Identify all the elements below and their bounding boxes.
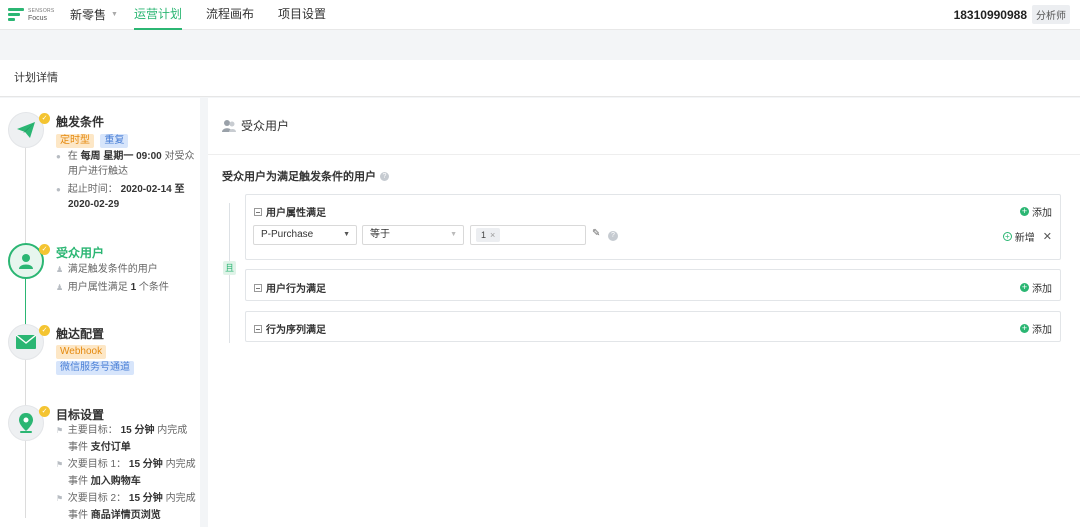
divider — [208, 154, 1080, 155]
trigger-schedule-text: ● 在 每周 星期一 09:00 对受众 用户进行触达 ● 起止时间： 2020… — [56, 151, 195, 210]
collapse-icon[interactable] — [254, 324, 262, 333]
user-group-icon — [222, 119, 236, 132]
tag-repeat: 重复 — [100, 134, 129, 148]
nav-operation-plan[interactable]: 运营计划 — [133, 0, 182, 30]
add-condition-button[interactable]: + 添加 — [1020, 204, 1052, 219]
close-icon[interactable]: ✕ — [1043, 230, 1052, 243]
add-condition-button[interactable]: + 添加 — [1020, 321, 1052, 336]
main-nav: 运营计划 流程画布 项目设置 — [133, 0, 350, 30]
check-badge-icon: ✓ — [39, 244, 50, 255]
channel-tags: Webhook 微信服务号通道 — [56, 345, 137, 377]
and-toggle[interactable]: 且 — [223, 261, 236, 275]
step-title: 触发条件 — [56, 115, 105, 129]
value-chip[interactable]: 1 × — [476, 228, 501, 242]
logo-brand-text: SENSORS — [28, 7, 55, 14]
top-navigation-bar: SENSORS Focus 新零售 ▼ 运营计划 流程画布 项目设置 18310… — [0, 0, 1080, 30]
logo-icon — [8, 7, 24, 22]
user-small-icon: ♟ — [56, 283, 64, 292]
logo[interactable]: SENSORS Focus — [8, 7, 60, 22]
value-input[interactable]: 1 × — [470, 225, 586, 245]
user-menu[interactable]: 18310990988 分析师 — [954, 5, 1070, 24]
new-rule-button[interactable]: + 新增 ✕ — [1002, 229, 1052, 244]
nav-flow-canvas[interactable]: 流程画布 — [206, 0, 254, 30]
plus-circle-icon: + — [1020, 323, 1029, 333]
check-badge-icon: ✓ — [39, 406, 50, 417]
help-icon[interactable]: ? — [608, 231, 618, 241]
tag-webhook: Webhook — [56, 345, 107, 359]
plus-circle-icon: + — [1020, 206, 1029, 216]
clock-icon: ● — [56, 152, 61, 161]
plan-steps-panel: ✓ 触发条件 定时型 重复 ● 在 每周 星期一 09:00 对受众 用户进行触… — [0, 98, 200, 527]
group-title[interactable]: 用户行为满足 — [254, 280, 326, 295]
step-title: 触达配置 — [56, 327, 105, 341]
section-header: 受众用户 — [222, 117, 289, 134]
collapse-icon[interactable] — [254, 283, 262, 292]
project-name: 新零售 — [70, 8, 107, 22]
help-icon[interactable]: ? — [380, 171, 389, 181]
user-role-badge: 分析师 — [1032, 5, 1070, 24]
add-condition-button[interactable]: + 添加 — [1020, 280, 1052, 295]
page-header: 计划详情 — [0, 60, 1080, 97]
chevron-down-icon: ▼ — [111, 11, 118, 18]
section-title: 受众用户 — [241, 119, 290, 133]
page-title: 计划详情 — [14, 72, 58, 84]
logo-product-text: Focus — [28, 14, 48, 22]
clock-icon: ● — [56, 185, 61, 194]
goal-list: ⚑ 主要目标： 15 分钟 内完成 事件 支付订单 ⚑ 次要目标 1： 15 分… — [56, 422, 198, 524]
user-small-icon: ♟ — [56, 265, 64, 274]
chevron-down-icon: ▼ — [450, 231, 457, 238]
group-title[interactable]: 行为序列满足 — [254, 321, 326, 336]
flag-icon: ⚑ — [56, 460, 64, 469]
check-badge-icon: ✓ — [39, 325, 50, 336]
tag-scheduled: 定时型 — [56, 134, 94, 148]
remove-chip-icon[interactable]: × — [490, 230, 495, 240]
step-tags: 定时型 重复 — [56, 132, 131, 148]
property-select[interactable]: P-Purchase ▼ — [253, 225, 357, 245]
audience-rule-title: 受众用户为满足触发条件的用户 ? — [222, 168, 389, 184]
condition-group-user-attribute: 用户属性满足 + 添加 P-Purchase ▼ 等于 ▼ 1 × ✎ ? + 新… — [245, 194, 1061, 260]
audience-summary: ♟ 满足触发条件的用户 ♟ 用户属性满足 1 个条件 — [56, 264, 169, 293]
tag-wechat-channel: 微信服务号通道 — [56, 361, 134, 375]
condition-group-user-behavior: 用户行为满足 + 添加 — [245, 269, 1061, 301]
user-phone: 18310990988 — [953, 7, 1027, 22]
project-selector[interactable]: 新零售 ▼ — [70, 6, 118, 23]
operator-select[interactable]: 等于 ▼ — [362, 225, 464, 245]
chevron-down-icon: ▼ — [343, 231, 350, 238]
flag-icon: ⚑ — [56, 494, 64, 503]
collapse-icon[interactable] — [254, 207, 262, 216]
check-badge-icon: ✓ — [39, 113, 50, 124]
plus-circle-outline-icon: + — [1002, 232, 1012, 241]
condition-group-behavior-sequence: 行为序列满足 + 添加 — [245, 311, 1061, 342]
nav-project-settings[interactable]: 项目设置 — [278, 0, 326, 30]
group-title[interactable]: 用户属性满足 — [254, 204, 326, 219]
step-title: 目标设置 — [56, 408, 105, 422]
step-title: 受众用户 — [56, 246, 105, 260]
panel-gap — [200, 98, 208, 527]
edit-pencil-icon[interactable]: ✎ — [592, 228, 600, 239]
flag-icon: ⚑ — [56, 426, 64, 435]
audience-editor: 受众用户 受众用户为满足触发条件的用户 ? 且 用户属性满足 + 添加 P-Pu… — [208, 98, 1080, 527]
plus-circle-icon: + — [1020, 282, 1029, 292]
